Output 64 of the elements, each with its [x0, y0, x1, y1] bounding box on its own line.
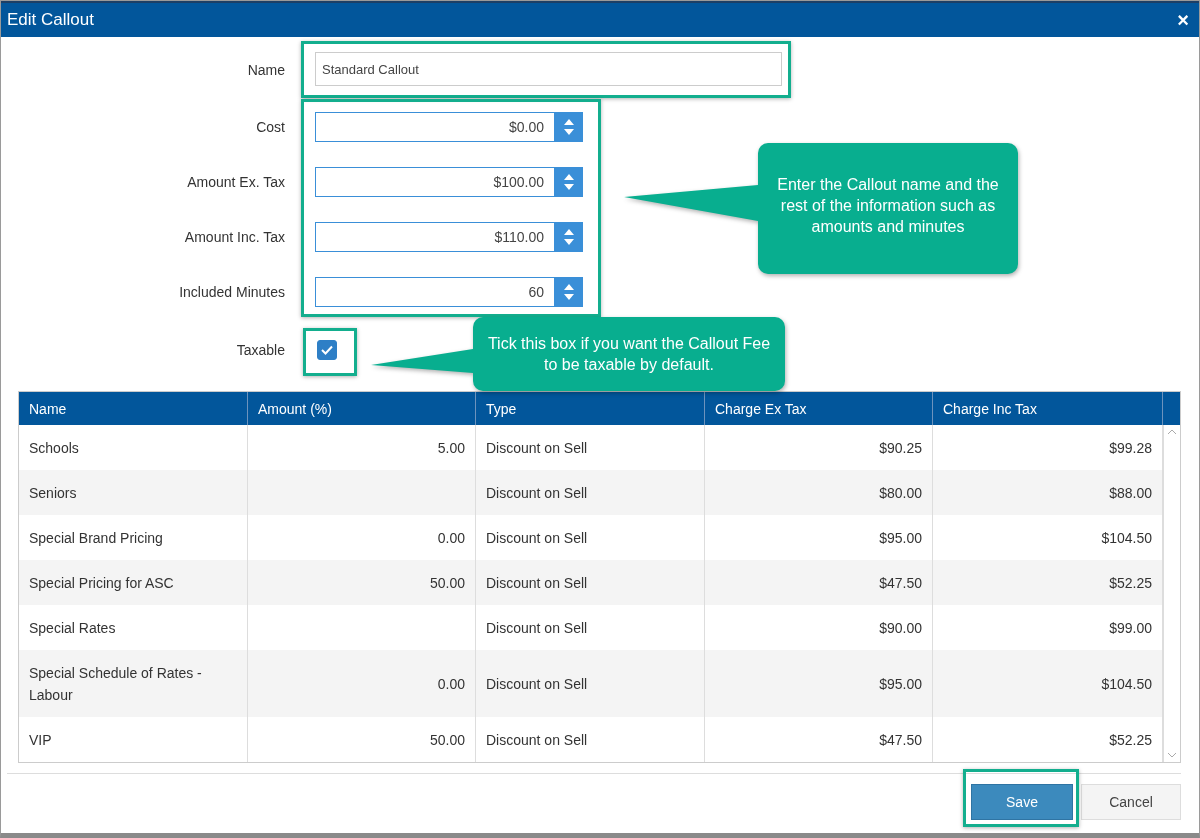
table-cell-text: Discount on Sell — [486, 483, 588, 503]
table-cell-text: $47.50 — [879, 573, 922, 593]
field-label: Taxable — [236, 342, 285, 358]
checkmark-icon — [321, 345, 333, 355]
window-title: Edit Callout — [7, 10, 94, 30]
table-cell-text: $47.50 — [879, 730, 922, 750]
table-cell-text: 50.00 — [429, 730, 465, 750]
table-cell-text: Discount on Sell — [486, 528, 588, 548]
table-cell-text: $95.00 — [879, 528, 922, 548]
callout-text: Tick this box if you want the Callout Fee to be taxable by default. — [486, 334, 772, 375]
table-cell-text: Discount on Sell — [486, 730, 588, 750]
table-cell-text: VIP — [29, 730, 52, 750]
scroll-down-icon[interactable] — [1167, 752, 1177, 758]
table-cell-text: Discount on Sell — [486, 674, 588, 694]
table-cell-text: Discount on Sell — [486, 573, 588, 593]
table-cell-text: $52.25 — [1109, 573, 1152, 593]
column-header[interactable]: Type — [476, 392, 705, 425]
field-label: Name — [247, 61, 285, 78]
scroll-up-icon[interactable] — [1167, 429, 1177, 435]
spinner-arrows-icon[interactable] — [563, 173, 574, 191]
number-input[interactable]: 60 — [315, 277, 554, 307]
table-cell-text: 50.00 — [429, 573, 465, 593]
field-label: Amount Inc. Tax — [184, 229, 285, 245]
table-cell-text: $80.00 — [879, 483, 922, 503]
number-input[interactable]: $0.00 — [315, 112, 554, 142]
field-label: Cost — [256, 119, 285, 135]
spinner-arrows-icon[interactable] — [563, 228, 574, 246]
save-button[interactable]: Save — [971, 784, 1073, 820]
table-cell-text: $90.00 — [879, 618, 922, 638]
spinner-arrows-icon[interactable] — [563, 118, 574, 136]
number-input[interactable]: $100.00 — [315, 167, 554, 197]
table-cell-text: 0.00 — [437, 674, 465, 694]
cancel-button[interactable]: Cancel — [1081, 784, 1181, 820]
spinner-arrows-icon[interactable] — [563, 283, 574, 301]
number-input[interactable]: $110.00 — [315, 222, 554, 252]
table-cell-text: $99.00 — [1109, 618, 1152, 638]
table-cell-text: $90.25 — [879, 438, 922, 458]
taxable-checkbox[interactable] — [317, 340, 337, 360]
table-cell-text: Schools — [29, 438, 79, 458]
table-cell-text: $99.28 — [1109, 438, 1152, 458]
table-cell-text: $88.00 — [1109, 483, 1152, 503]
close-button[interactable]: × — [1177, 8, 1189, 32]
name-input[interactable]: Standard Callout — [315, 52, 782, 86]
field-label: Amount Ex. Tax — [187, 174, 285, 190]
column-header[interactable]: Amount (%) — [248, 392, 476, 425]
table-cell-text: Discount on Sell — [486, 618, 588, 638]
column-header[interactable]: Charge Inc Tax — [933, 392, 1163, 425]
field-label: Included Minutes — [179, 284, 285, 300]
table-cell-text: $104.50 — [1101, 528, 1152, 548]
column-header[interactable]: Name — [19, 392, 248, 425]
table-cell-text: Special Schedule of Rates - Labour — [29, 663, 203, 705]
highlight-frame — [303, 328, 357, 376]
table-cell-text: 0.00 — [437, 528, 465, 548]
column-header[interactable]: Charge Ex Tax — [705, 392, 933, 425]
table-cell-text: Discount on Sell — [486, 438, 588, 458]
table-cell-text: Special Brand Pricing — [29, 528, 163, 548]
table-cell-text: Special Pricing for ASC — [29, 573, 174, 593]
table-cell-text: Seniors — [29, 483, 77, 503]
table-cell-text: $104.50 — [1101, 674, 1152, 694]
table-cell-text: $52.25 — [1109, 730, 1152, 750]
callout-text: Enter the Callout name and the rest of the information such as amounts and minutes — [776, 175, 1000, 237]
table-cell-text: 5.00 — [437, 438, 465, 458]
table-cell-text: Special Rates — [29, 618, 116, 638]
table-cell-text: $95.00 — [879, 674, 922, 694]
